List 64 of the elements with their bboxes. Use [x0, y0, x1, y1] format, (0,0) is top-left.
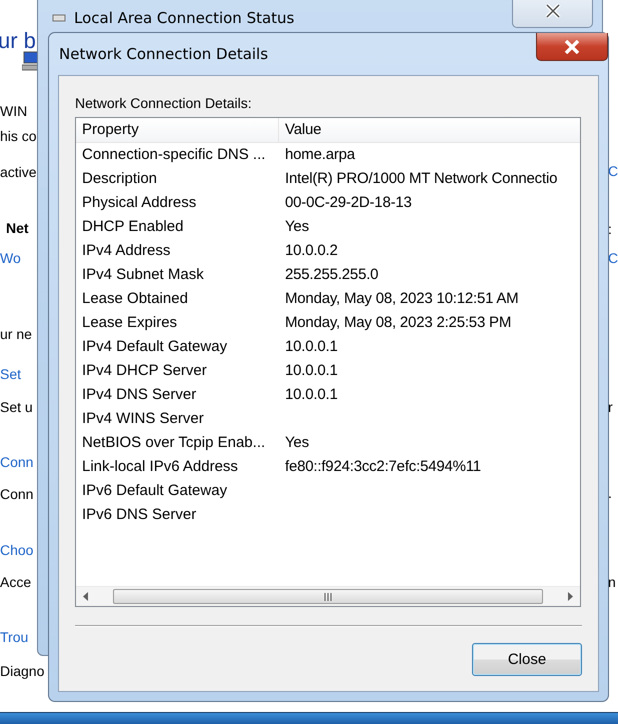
page-text[interactable]: C [608, 249, 618, 267]
property-cell-text: Connection-specific DNS ... [81, 145, 266, 165]
section-label: Network Connection Details: [75, 95, 253, 111]
scroll-left-icon[interactable] [82, 592, 90, 601]
property-cell-text: Physical Address [81, 193, 198, 213]
horizontal-scrollbar[interactable] [76, 586, 580, 606]
page-text: WIN [0, 102, 28, 120]
value-cell-text: Intel(R) PRO/1000 MT Network Connectio [284, 169, 558, 189]
page-text: Net [6, 219, 29, 237]
property-cell-text: IPv4 DNS Server [81, 385, 198, 405]
value-cell-text: 255.255.255.0 [284, 265, 378, 285]
close-icon [544, 4, 560, 18]
close-dialog-button[interactable]: Close [472, 643, 582, 676]
page-text: Diagno [0, 662, 44, 680]
property-cell-text: Lease Expires [81, 313, 178, 333]
property-cell-text: IPv4 Default Gateway [81, 337, 228, 357]
value-cell-text: 10.0.0.2 [284, 241, 338, 261]
page-text: active [0, 163, 37, 181]
grip-icon [324, 592, 332, 600]
page-text[interactable]: Set [0, 365, 22, 383]
page-text: his co [0, 127, 37, 145]
page-text[interactable]: Trou [0, 628, 28, 646]
value-cell-text: 10.0.0.1 [284, 385, 338, 405]
scroll-right-icon[interactable] [566, 592, 574, 601]
page-text[interactable]: Wo [0, 249, 21, 267]
page-text: r [608, 398, 613, 416]
close-button[interactable] [536, 33, 608, 61]
page-text: ur ne [0, 325, 32, 343]
page-text: Acce [0, 573, 32, 591]
scrollbar-thumb[interactable] [113, 589, 543, 604]
network-icon [52, 13, 66, 23]
page-text: Conn [0, 485, 34, 503]
property-cell-text: Description [81, 169, 158, 189]
property-cell-text: Link-local IPv6 Address [81, 457, 239, 477]
page-text: n [608, 573, 616, 591]
column-header[interactable]: Value [279, 118, 322, 142]
close-icon [563, 40, 581, 54]
value-cell-text: Yes [284, 433, 309, 453]
property-cell-text: Lease Obtained [81, 289, 189, 309]
value-cell-text: Monday, May 08, 2023 10:12:51 AM [284, 289, 518, 309]
window-title: Network Connection Details [59, 45, 268, 63]
value-cell-text: fe80::f924:3cc2:7efc:5494%11 [284, 457, 481, 477]
property-cell-text: IPv6 Default Gateway [81, 481, 228, 501]
property-cell-text: IPv6 DNS Server [81, 505, 198, 525]
property-cell-text: DHCP Enabled [81, 217, 184, 237]
column-header[interactable]: Property [76, 118, 279, 142]
page-text: : [608, 220, 612, 238]
page-text[interactable]: C [608, 162, 618, 180]
page-text[interactable]: Conn [0, 453, 34, 471]
property-cell-text: IPv4 Address [81, 241, 172, 261]
value-cell-text: Yes [284, 217, 309, 237]
property-cell-text: IPv4 Subnet Mask [81, 265, 205, 285]
window-title: Local Area Connection Status [74, 9, 294, 27]
page-text[interactable]: Choo [0, 541, 34, 559]
property-cell-text: IPv4 WINS Server [81, 409, 205, 429]
property-cell-text: IPv4 DHCP Server [81, 361, 208, 381]
value-cell-text: Monday, May 08, 2023 2:25:53 PM [284, 313, 512, 333]
property-cell-text: NetBIOS over Tcpip Enab... [81, 433, 266, 453]
value-cell-text: 10.0.0.1 [284, 361, 338, 381]
page-text: Set u [0, 398, 33, 416]
page-text: . [608, 484, 612, 502]
value-cell-text: 00-0C-29-2D-18-13 [284, 193, 412, 213]
value-cell-text: 10.0.0.1 [284, 337, 338, 357]
value-cell-text: home.arpa [284, 145, 355, 165]
